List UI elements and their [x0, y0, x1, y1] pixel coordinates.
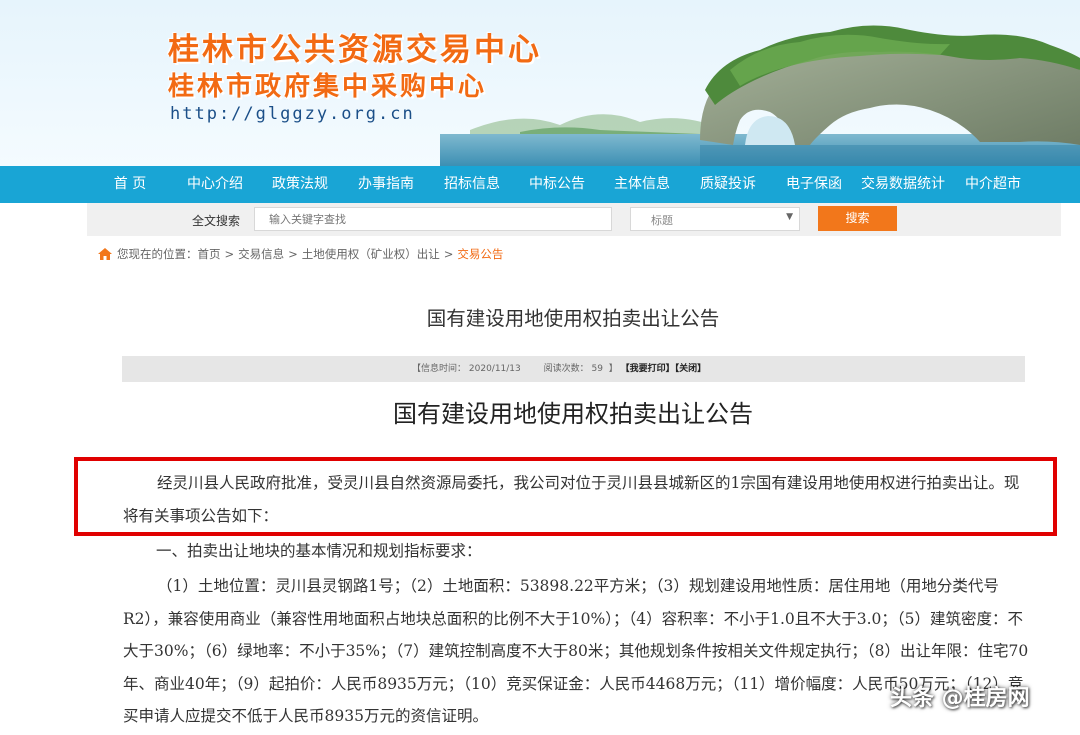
- article-intro: 经灵川县人民政府批准，受灵川县自然资源局委托，我公司对位于灵川县县城新区的1宗国…: [123, 474, 1020, 525]
- views-count: 59: [591, 364, 603, 374]
- home-icon: [98, 248, 112, 260]
- nav-tender-info[interactable]: 招标信息: [444, 166, 500, 203]
- site-subtitle: 桂林市政府集中采购中心: [168, 72, 488, 102]
- print-link[interactable]: 【我要打印】: [621, 364, 675, 374]
- info-time: 2020/11/13: [468, 364, 521, 374]
- breadcrumb-land-transfer[interactable]: 土地使用权（矿业权）出让: [302, 246, 440, 262]
- nav-award-notice[interactable]: 中标公告: [529, 166, 585, 203]
- views-label: 阅读次数：: [543, 364, 589, 374]
- site-url: http://glggzy.org.cn: [170, 104, 415, 124]
- search-field-select[interactable]: 标题 ▼: [630, 207, 800, 231]
- page-title: 国有建设用地使用权拍卖出让公告: [426, 307, 720, 330]
- watermark: 头条 @桂房网: [890, 686, 1030, 711]
- breadcrumb-current[interactable]: 交易公告: [457, 246, 503, 262]
- nav-home[interactable]: 首 页: [114, 166, 146, 203]
- breadcrumb: 您现在的位置： 首页 > 交易信息 > 土地使用权（矿业权）出让 > 交易公告: [97, 246, 503, 262]
- search-input[interactable]: [254, 207, 612, 231]
- breadcrumb-separator: >: [224, 247, 235, 261]
- main-nav: 首 页 中心介绍 政策法规 办事指南 招标信息 中标公告 主体信息 质疑投诉 电…: [0, 166, 1080, 203]
- info-time-label: 【信息时间：: [412, 364, 467, 374]
- nav-complaints[interactable]: 质疑投诉: [700, 166, 756, 203]
- site-title: 桂林市公共资源交易中心: [168, 32, 542, 68]
- nav-agency-market[interactable]: 中介超市: [965, 166, 1021, 203]
- chevron-down-icon: ▼: [786, 212, 793, 222]
- article-info-bar: 【信息时间： 2020/11/13 阅读次数： 59 】 【我要打印】【关闭】: [122, 356, 1025, 382]
- search-button[interactable]: 搜索: [818, 206, 897, 231]
- section-heading: 一、拍卖出让地块的基本情况和规划指标要求：: [156, 542, 482, 560]
- breadcrumb-home[interactable]: 首页: [198, 246, 221, 262]
- breadcrumb-prefix: 您现在的位置：: [117, 247, 198, 261]
- nav-e-guarantee[interactable]: 电子保函: [786, 166, 842, 203]
- nav-policy[interactable]: 政策法规: [272, 166, 328, 203]
- nav-entity-info[interactable]: 主体信息: [614, 166, 670, 203]
- breadcrumb-separator: >: [443, 247, 454, 261]
- breadcrumb-trade-info[interactable]: 交易信息: [238, 246, 284, 262]
- search-label: 全文搜索: [192, 214, 241, 228]
- breadcrumb-separator: >: [288, 247, 298, 261]
- article-title: 国有建设用地使用权拍卖出让公告: [393, 400, 753, 428]
- search-select-value: 标题: [651, 214, 673, 227]
- nav-about[interactable]: 中心介绍: [187, 166, 243, 203]
- close-link[interactable]: 【关闭】: [675, 364, 707, 374]
- nav-trade-stats[interactable]: 交易数据统计: [861, 166, 945, 203]
- header-banner: 桂林市公共资源交易中心 桂林市政府集中采购中心 http://glggzy.or…: [0, 0, 1080, 166]
- nav-guide[interactable]: 办事指南: [358, 166, 414, 203]
